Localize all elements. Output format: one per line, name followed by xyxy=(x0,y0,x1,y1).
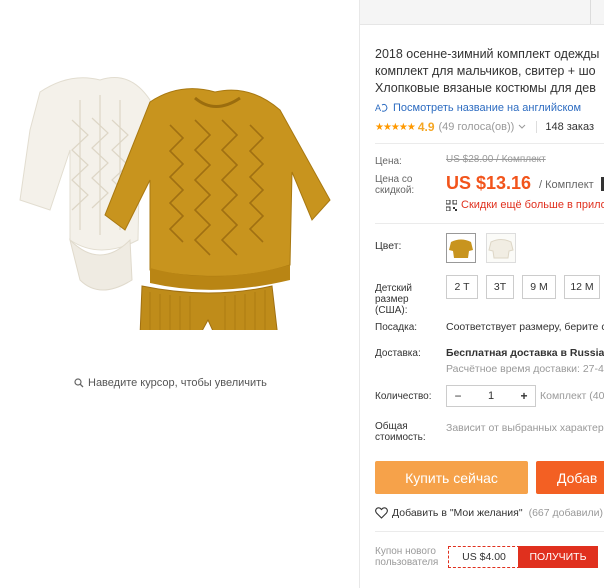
quantity-label: Количество: xyxy=(375,391,432,402)
delivery-label: Доставка: xyxy=(375,348,421,359)
fit-value: Соответствует размеру, берите с xyxy=(446,321,604,333)
fit-label: Посадка: xyxy=(375,322,418,333)
total-value: Зависит от выбранных характер xyxy=(446,422,604,434)
increase-quantity-button[interactable]: + xyxy=(513,389,535,403)
coupon-label: Купон нового пользователя xyxy=(375,546,439,568)
divider xyxy=(375,531,604,532)
decrease-quantity-button[interactable]: − xyxy=(447,389,469,403)
title-line: комплект для мальчиков, свитер + шо xyxy=(375,64,596,78)
wishlist-count: (667 добавили) xyxy=(528,507,604,519)
color-label: Цвет: xyxy=(375,240,402,252)
quantity-stepper: − 1 + xyxy=(446,385,536,407)
translate-title-link[interactable]: A Посмотреть название на английском xyxy=(375,102,581,114)
size-option-12m[interactable]: 12 M xyxy=(564,275,600,299)
buy-now-button[interactable]: Купить сейчас xyxy=(375,461,528,494)
zoom-hint-text: Наведите курсор, чтобы увеличить xyxy=(88,377,267,389)
svg-text:A: A xyxy=(375,103,381,113)
rating-value: 4.9 xyxy=(417,120,435,134)
color-swatch-mustard[interactable] xyxy=(446,233,476,263)
get-coupon-button[interactable]: ПОЛУЧИТЬ xyxy=(518,546,598,568)
total-label: Общая стоимость: xyxy=(375,421,426,443)
size-label: Детский размер (США): xyxy=(375,283,413,316)
discount-price-label: Цена со скидкой: xyxy=(375,174,415,196)
chevron-down-icon[interactable] xyxy=(518,124,526,130)
product-title: 2018 осенне-зимний комплект одежды компл… xyxy=(375,46,604,97)
orders-count: 148 заказ xyxy=(545,121,595,133)
quantity-input[interactable]: 1 xyxy=(469,390,513,402)
price-unit: / Комплект xyxy=(539,179,594,191)
current-price: US $13.16 xyxy=(446,173,532,193)
divider xyxy=(375,223,604,224)
price-label: Цена: xyxy=(375,156,402,167)
image-gallery: Наведите курсор, чтобы увеличить xyxy=(0,0,360,588)
delivery-time: Расчётное время доставки: 27-4 xyxy=(446,363,604,375)
rating-row: ★★★★★ 4.9 (49 голоса(ов)) 148 заказ xyxy=(375,120,594,134)
app-discount-text: Скидки ещё больше в прилож xyxy=(461,199,604,211)
quantity-note: Комплект (40 xyxy=(540,390,604,402)
rating-votes[interactable]: (49 голоса(ов)) xyxy=(439,121,515,133)
wishlist-text: Добавить в "Мои желания" xyxy=(392,507,523,519)
size-option-9m[interactable]: 9 M xyxy=(522,275,556,299)
product-details: 2018 осенне-зимний комплект одежды компл… xyxy=(375,0,604,588)
heart-icon xyxy=(375,507,388,519)
coupon-value: US $4.00 xyxy=(448,546,520,568)
color-swatch-white[interactable] xyxy=(486,233,516,263)
title-line: 2018 осенне-зимний комплект одежды xyxy=(375,47,600,61)
magnifier-icon xyxy=(74,378,84,388)
divider xyxy=(359,0,360,588)
title-line: Хлопковые вязаные костюмы для дев xyxy=(375,81,596,95)
divider xyxy=(375,143,604,144)
size-option-2t[interactable]: 2 T xyxy=(446,275,478,299)
translate-text: Посмотреть название на английском xyxy=(393,102,582,114)
zoom-hint: Наведите курсор, чтобы увеличить xyxy=(74,377,267,389)
translate-icon: A xyxy=(375,103,388,113)
product-image[interactable] xyxy=(0,40,340,330)
add-to-cart-button[interactable]: Добав xyxy=(536,461,604,494)
qr-code-icon xyxy=(446,199,457,211)
app-discount-link[interactable]: Скидки ещё больше в прилож xyxy=(446,199,604,211)
add-to-wishlist-link[interactable]: Добавить в "Мои желания" (667 добавили) xyxy=(375,507,603,519)
rating-stars-icon: ★★★★★ xyxy=(375,121,416,133)
delivery-value[interactable]: Бесплатная доставка в Russian xyxy=(446,347,604,359)
original-price: US $28.00 / Комплект xyxy=(446,154,546,165)
size-option-3t[interactable]: 3T xyxy=(486,275,514,299)
